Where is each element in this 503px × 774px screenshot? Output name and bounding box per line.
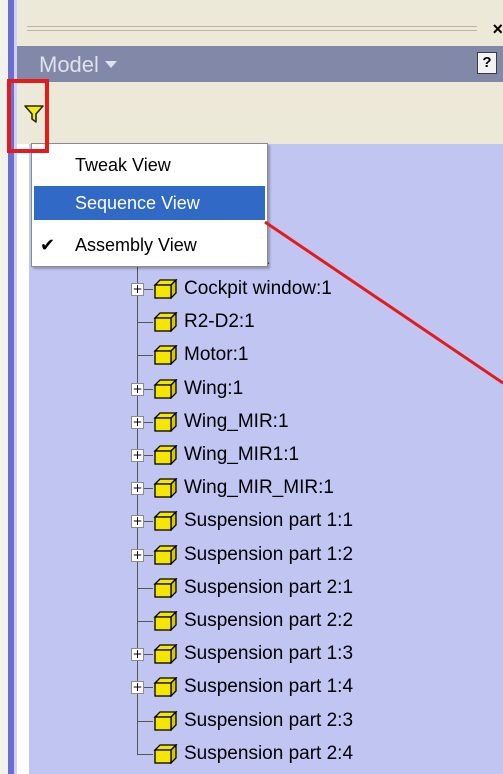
annotation-pointer-line: [264, 220, 503, 385]
